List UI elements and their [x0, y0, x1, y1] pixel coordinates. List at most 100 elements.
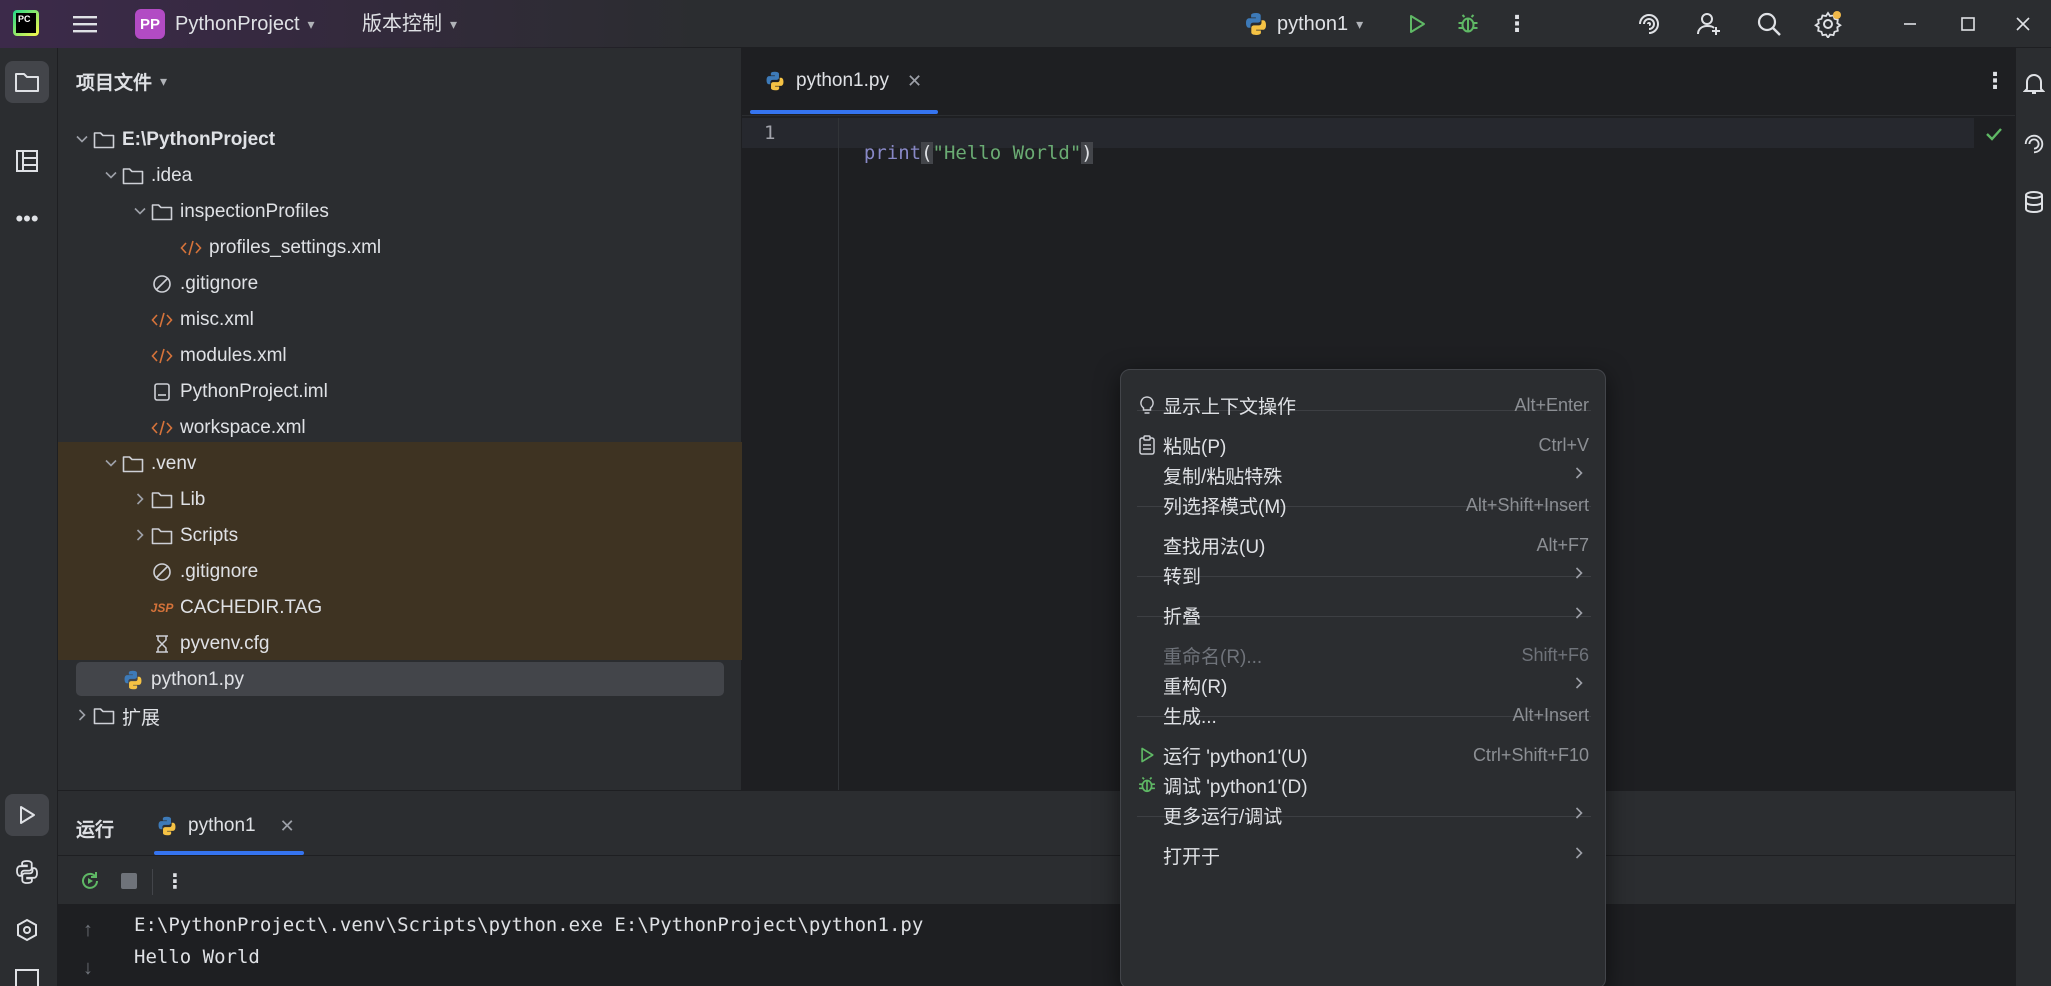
project-folder-icon[interactable]: [5, 61, 49, 103]
run-more-icon[interactable]: ⋮: [162, 867, 188, 895]
project-panel-header[interactable]: 项目文件 ▾: [76, 68, 167, 95]
editor-more-icon[interactable]: ⋮: [1982, 66, 2008, 96]
context-menu-label: 列选择模式(M): [1163, 496, 1287, 518]
xml-file-icon: [179, 236, 203, 260]
tree-item-label: inspectionProfiles: [180, 201, 329, 222]
folder-icon: [150, 488, 174, 512]
context-menu-item[interactable]: 生成... Alt+Insert: [1131, 696, 1597, 734]
tree-item[interactable]: modules.xml: [58, 338, 742, 374]
more-options-icon[interactable]: ⋮: [1502, 10, 1532, 38]
run-config-selector[interactable]: python1 ▾: [1243, 0, 1363, 48]
tree-item-label: 扩展: [122, 707, 161, 729]
notifications-bell-icon[interactable]: [2016, 66, 2051, 102]
tree-item[interactable]: E:\PythonProject: [58, 122, 742, 158]
editor-tab[interactable]: python1.py ✕: [750, 48, 946, 114]
xml-file-icon: [150, 344, 174, 368]
left-tool-strip: •••: [0, 48, 58, 986]
search-icon[interactable]: [1753, 9, 1785, 39]
structure-icon[interactable]: [5, 140, 49, 182]
tree-item[interactable]: JSP CACHEDIR.TAG: [58, 590, 742, 626]
run-tab-label: python1: [188, 815, 256, 836]
config-file-icon: [150, 632, 174, 656]
settings-gear-icon[interactable]: [1812, 9, 1844, 39]
debug-icon[interactable]: [1453, 10, 1483, 38]
tree-item-label: modules.xml: [180, 345, 287, 366]
ai-assistant-side-icon[interactable]: [2016, 126, 2051, 162]
xml-file-icon: [150, 308, 174, 332]
tree-item[interactable]: profiles_settings.xml: [58, 230, 742, 266]
run-tab[interactable]: python1 ✕: [156, 801, 295, 851]
context-menu-item[interactable]: 折叠: [1131, 596, 1597, 634]
chevron-down-icon[interactable]: [101, 456, 121, 473]
run-console[interactable]: ↑ ↓ E:\PythonProject\.venv\Scripts\pytho…: [58, 904, 2015, 986]
code-string: "Hello World": [932, 142, 1082, 164]
database-icon[interactable]: [2016, 184, 2051, 220]
tree-item[interactable]: python1.py: [58, 662, 742, 698]
tree-item-label: pyvenv.cfg: [180, 633, 270, 654]
tree-item[interactable]: inspectionProfiles: [58, 194, 742, 230]
context-menu-label: 折叠: [1163, 606, 1202, 628]
terminal-icon[interactable]: [5, 964, 49, 986]
hamburger-menu-icon[interactable]: [70, 10, 100, 38]
project-switcher[interactable]: PP PythonProject ▾: [135, 0, 315, 48]
tree-item[interactable]: .venv: [58, 446, 742, 482]
chevron-right-icon[interactable]: [130, 528, 150, 545]
tree-item[interactable]: PythonProject.iml: [58, 374, 742, 410]
chevron-down-icon[interactable]: [101, 168, 121, 185]
more-tools-icon[interactable]: •••: [5, 198, 49, 240]
minimize-window-icon[interactable]: [1880, 0, 1940, 48]
tree-item-label: .venv: [151, 453, 197, 474]
close-tab-icon[interactable]: ✕: [280, 816, 295, 837]
close-window-icon[interactable]: [1995, 0, 2051, 48]
folder-icon: [92, 704, 116, 728]
context-menu-item[interactable]: 打开于: [1131, 836, 1597, 874]
tree-item[interactable]: Scripts: [58, 518, 742, 554]
tree-item[interactable]: misc.xml: [58, 302, 742, 338]
chevron-down-icon[interactable]: [72, 132, 92, 149]
context-menu-shortcut: Alt+F7: [1536, 534, 1589, 555]
scroll-down-arrow-icon[interactable]: ↓: [76, 956, 100, 980]
context-menu-item[interactable]: 列选择模式(M) Alt+Shift+Insert: [1131, 486, 1597, 524]
tree-item[interactable]: pyvenv.cfg: [58, 626, 742, 662]
scroll-up-arrow-icon[interactable]: ↑: [76, 918, 100, 942]
tree-item-label: profiles_settings.xml: [209, 237, 382, 258]
maximize-window-icon[interactable]: [1940, 0, 1995, 48]
run-icon[interactable]: [1402, 10, 1432, 38]
close-tab-icon[interactable]: ✕: [907, 71, 922, 92]
add-user-icon[interactable]: [1693, 9, 1725, 39]
line-number: 1: [764, 122, 776, 144]
vcs-menu[interactable]: 版本控制 ▾: [362, 0, 457, 48]
tree-item-label: CACHEDIR.TAG: [180, 597, 323, 618]
code-line[interactable]: print("Hello World"): [841, 120, 1093, 164]
tree-item[interactable]: workspace.xml: [58, 410, 742, 446]
context-menu-item[interactable]: 显示上下文操作 Alt+Enter: [1131, 386, 1597, 424]
run-panel-title: 运行: [76, 820, 115, 841]
run-tool-icon[interactable]: [5, 794, 49, 836]
folder-icon: [121, 164, 145, 188]
context-menu-item[interactable]: 更多运行/调试: [1131, 796, 1597, 834]
inspection-ok-check-icon[interactable]: [1982, 122, 2006, 146]
folder-icon: [150, 200, 174, 224]
rerun-icon[interactable]: [76, 867, 104, 895]
chevron-right-icon[interactable]: [72, 708, 92, 725]
tree-item[interactable]: .idea: [58, 158, 742, 194]
python-icon: [1246, 13, 1266, 35]
tree-item[interactable]: .gitignore: [58, 266, 742, 302]
context-menu-label: 转到: [1163, 566, 1202, 588]
chevron-down-icon[interactable]: [130, 204, 150, 221]
context-menu-label: 生成...: [1163, 706, 1217, 728]
tree-item[interactable]: Lib: [58, 482, 742, 518]
stop-icon[interactable]: [115, 867, 143, 895]
context-menu-item[interactable]: 转到: [1131, 556, 1597, 594]
context-menu: 显示上下文操作 Alt+Enter 粘贴(P) Ctrl+V 复制/粘贴特殊 列选择模式(…: [1120, 369, 1606, 986]
tree-item[interactable]: .gitignore: [58, 554, 742, 590]
tree-item[interactable]: 扩展: [58, 698, 742, 734]
tag-file-icon: JSP: [150, 601, 174, 615]
services-icon[interactable]: [5, 910, 49, 952]
ai-assistant-icon[interactable]: [1633, 9, 1665, 39]
chevron-right-icon[interactable]: [130, 492, 150, 509]
right-tool-strip: [2015, 48, 2051, 986]
folder-icon: [121, 452, 145, 476]
python-packages-icon[interactable]: [5, 851, 49, 893]
submenu-arrow-icon: [1573, 846, 1585, 865]
